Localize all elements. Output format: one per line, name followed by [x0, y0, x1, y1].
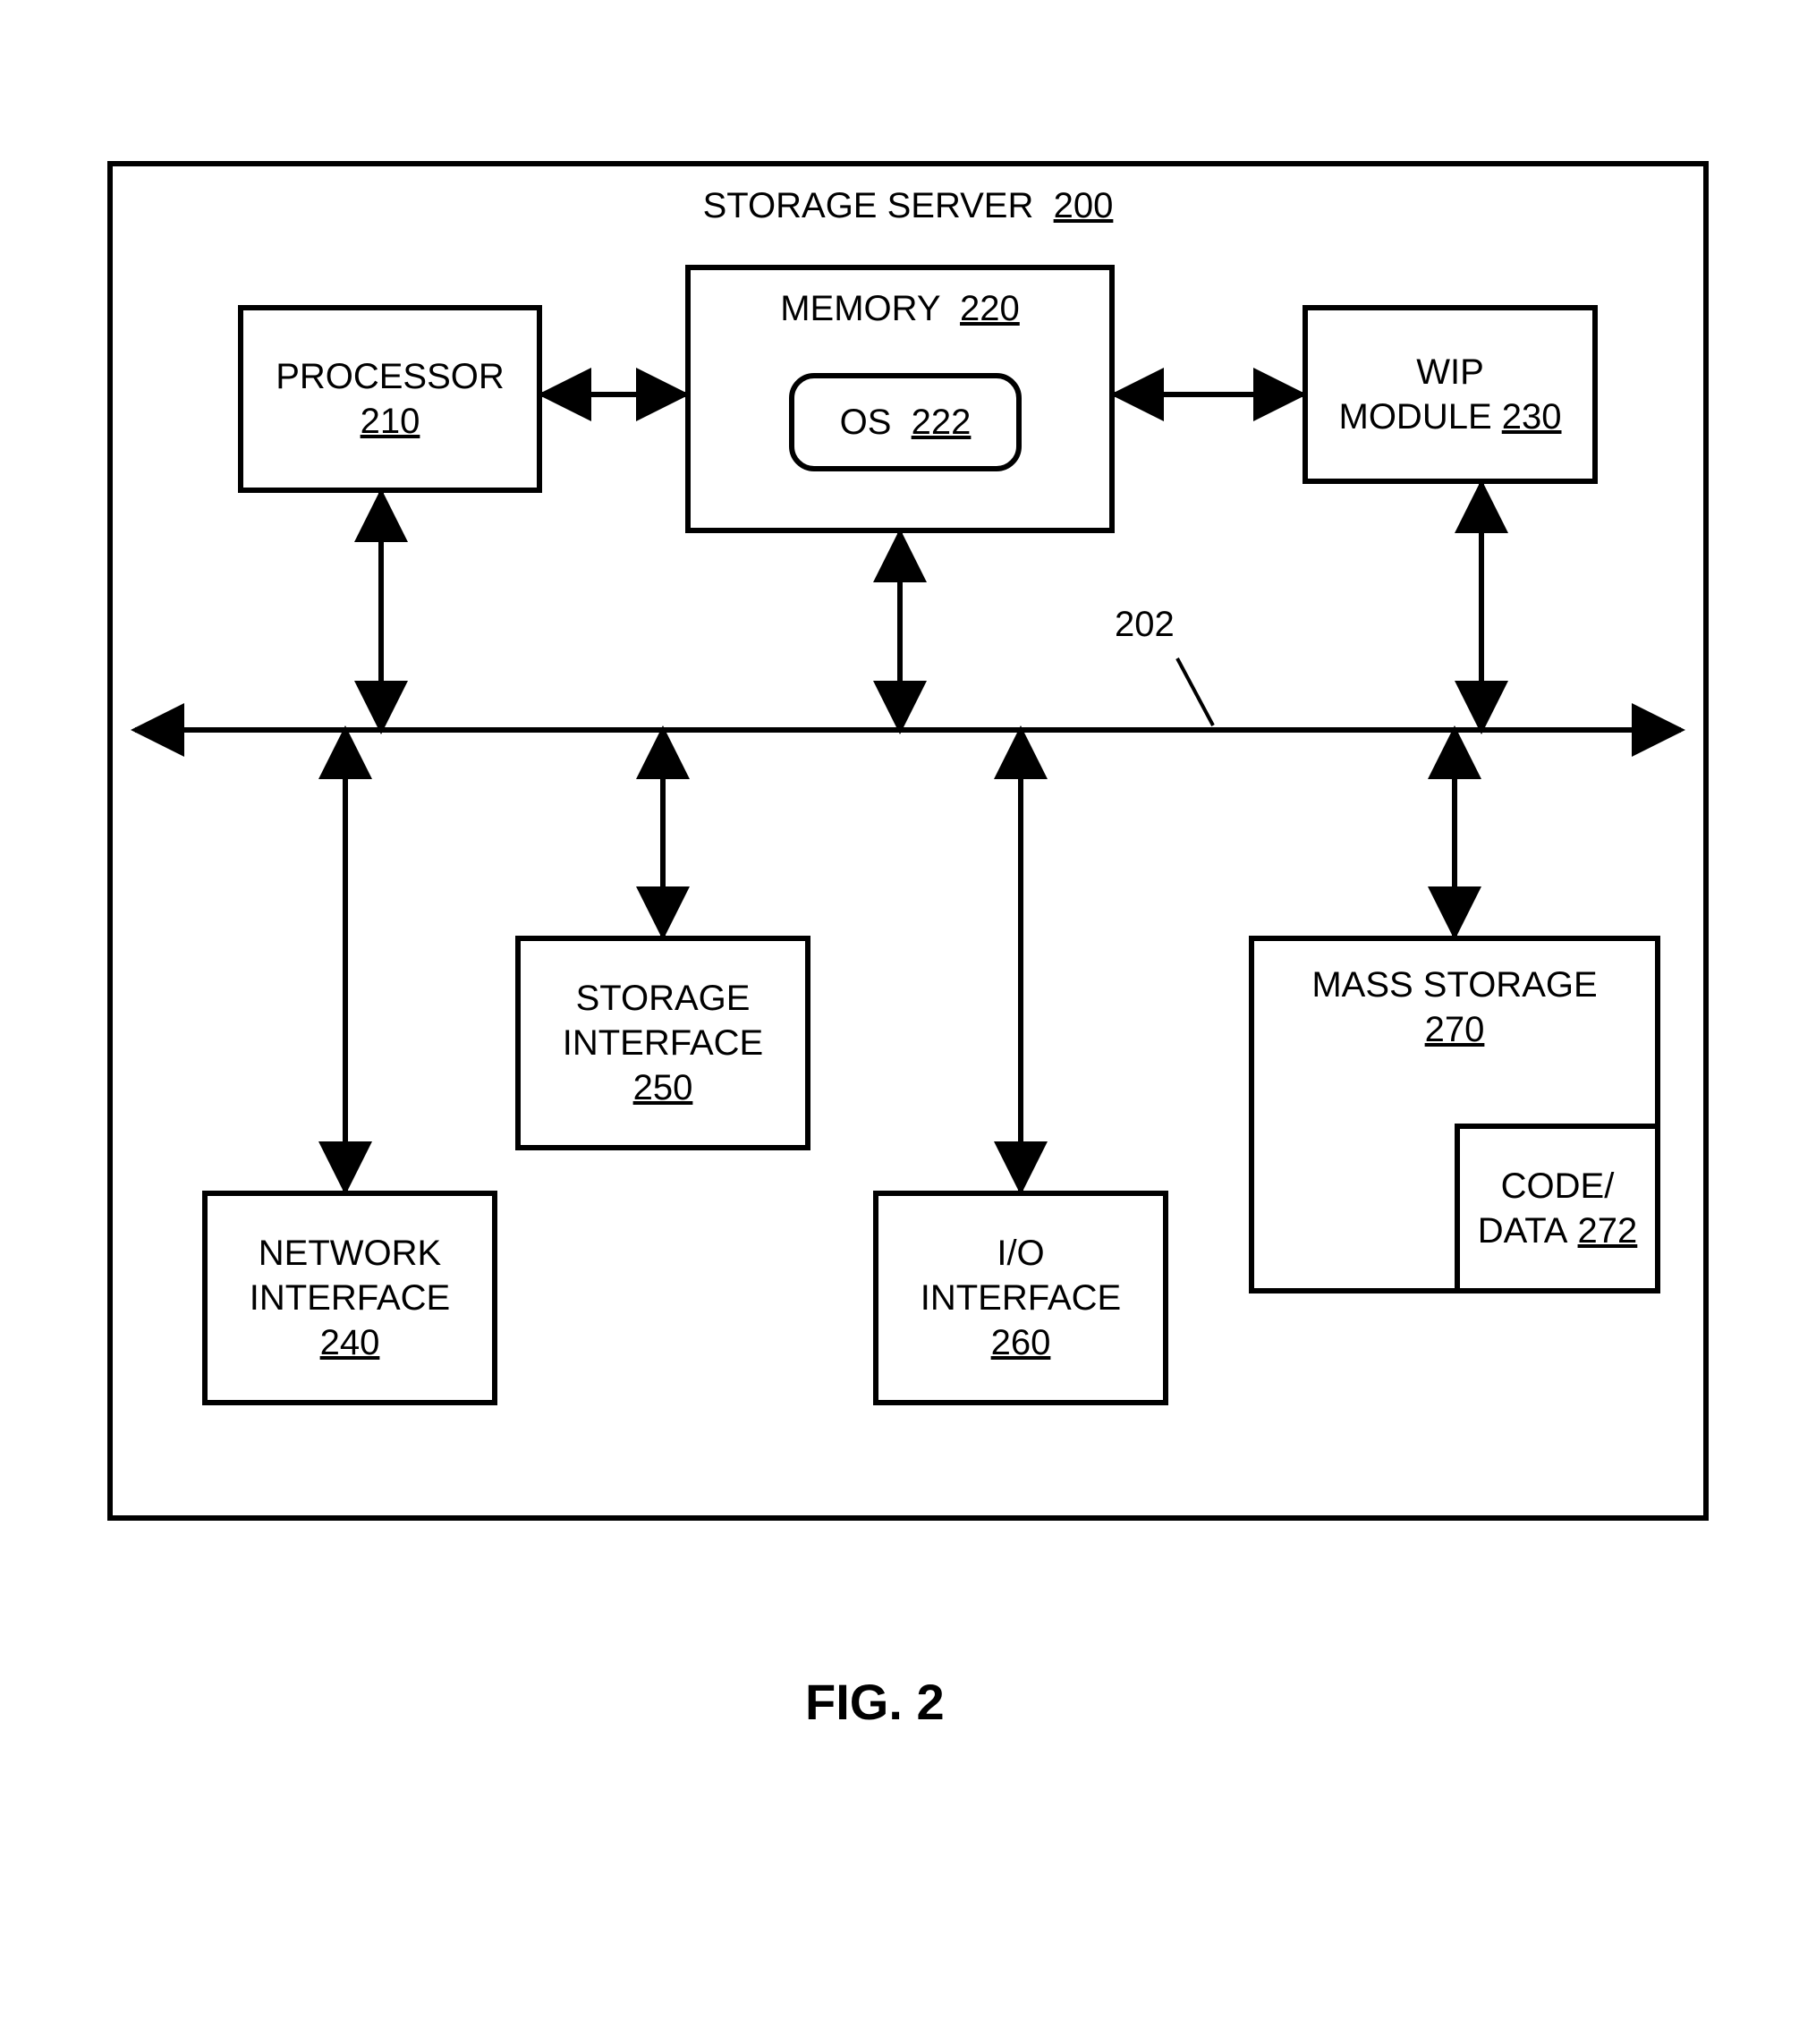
- stif-line1: STORAGE: [576, 976, 751, 1021]
- ms-line1: MASS STORAGE: [1311, 963, 1597, 1007]
- storage-server-container: STORAGE SERVER 200 PROCESSOR 210 MEMORY …: [107, 161, 1709, 1521]
- ioif-ref: 260: [991, 1320, 1051, 1365]
- netif-line2: INTERFACE: [250, 1276, 450, 1320]
- ioif-line2: INTERFACE: [921, 1276, 1121, 1320]
- netif-line1: NETWORK: [259, 1231, 441, 1276]
- memory-block: MEMORY 220 OS 222: [685, 265, 1115, 533]
- os-name: OS: [840, 403, 892, 442]
- ioif-line1: I/O: [997, 1231, 1044, 1276]
- processor-name: PROCESSOR: [276, 354, 505, 399]
- container-name: STORAGE SERVER: [703, 186, 1034, 225]
- figure-label: FIG. 2: [805, 1673, 945, 1731]
- container-title: STORAGE SERVER 200: [113, 186, 1703, 226]
- network-interface-block: NETWORK INTERFACE 240: [202, 1191, 497, 1405]
- bus-ref-label: 202: [1115, 605, 1175, 645]
- wip-line1: WIP: [1416, 350, 1484, 394]
- wip-module-block: WIP MODULE 230: [1303, 305, 1598, 484]
- code-data-block: CODE/ DATA 272: [1455, 1124, 1660, 1293]
- stif-line2: INTERFACE: [563, 1021, 763, 1065]
- cd-line2: DATA 272: [1478, 1209, 1638, 1253]
- memory-title-row: MEMORY 220: [780, 286, 1020, 331]
- os-ref: 222: [912, 403, 972, 442]
- storage-interface-block: STORAGE INTERFACE 250: [515, 936, 810, 1150]
- processor-ref: 210: [361, 399, 420, 444]
- bus-label-pointer: [1177, 658, 1213, 725]
- container-ref: 200: [1054, 186, 1114, 225]
- os-block: OS 222: [789, 373, 1022, 471]
- os-row: OS 222: [840, 400, 972, 445]
- mass-storage-block: MASS STORAGE 270 CODE/ DATA 272: [1249, 936, 1660, 1293]
- cd-line1: CODE/: [1501, 1164, 1615, 1209]
- memory-name: MEMORY: [780, 289, 940, 328]
- netif-ref: 240: [320, 1320, 380, 1365]
- processor-block: PROCESSOR 210: [238, 305, 542, 493]
- memory-ref: 220: [960, 289, 1020, 328]
- diagram-page: STORAGE SERVER 200 PROCESSOR 210 MEMORY …: [0, 0, 1816, 2044]
- io-interface-block: I/O INTERFACE 260: [873, 1191, 1168, 1405]
- ms-ref: 270: [1425, 1007, 1485, 1052]
- stif-ref: 250: [633, 1065, 693, 1110]
- wip-line2: MODULE 230: [1339, 394, 1562, 439]
